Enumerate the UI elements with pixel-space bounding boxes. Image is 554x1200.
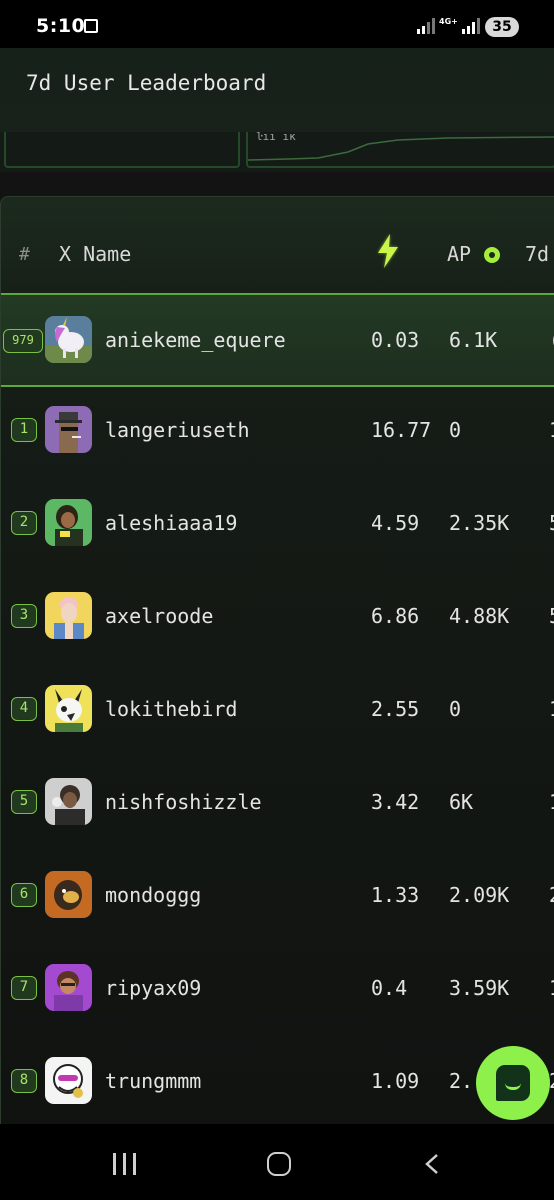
current-user-row[interactable]: 979 aniekeme_equere 0.03 6.1K ( [1, 293, 554, 387]
seven-day-value: 1 [549, 976, 554, 1000]
username[interactable]: lokithebird [105, 697, 237, 721]
rank-badge: 7 [11, 976, 37, 1000]
seven-day-value: 1 [549, 697, 554, 721]
lightning-bolt-icon[interactable] [375, 233, 401, 269]
table-row[interactable]: 7 ripyax09 0.4 3.59K 1 [1, 943, 554, 1036]
username[interactable]: mondoggg [105, 883, 201, 907]
table-header: # X Name AP 7d [1, 197, 554, 293]
avatar[interactable] [45, 406, 92, 453]
recents-icon[interactable] [113, 1153, 137, 1175]
table-row[interactable]: 6 mondoggg 1.33 2.09K 2 [1, 850, 554, 943]
seven-day-value: 5 [549, 511, 554, 535]
table-row[interactable]: 2 aleshiaaa19 4.59 2.35K 5 [1, 478, 554, 571]
battery-icon: 35 [485, 17, 519, 37]
ap-value: 6.1K [449, 328, 498, 352]
chat-support-button[interactable] [476, 1046, 550, 1120]
page-header: 7d User Leaderboard [0, 48, 554, 133]
rank-badge: 6 [11, 883, 37, 907]
page-title: 7d User Leaderboard [26, 71, 267, 95]
seven-day-value: ( [549, 328, 554, 352]
avatar[interactable] [45, 871, 92, 918]
username[interactable]: axelroode [105, 604, 213, 628]
column-7d-header[interactable]: 7d [525, 242, 549, 266]
column-ap-header[interactable]: AP [447, 242, 471, 266]
rank-badge: 3 [11, 604, 37, 628]
username[interactable]: trungmmm [105, 1069, 201, 1093]
score-value: 1.33 [371, 883, 420, 907]
signal-icon [417, 18, 435, 34]
seven-day-value: 2 [549, 883, 554, 907]
score-value: 1.09 [371, 1069, 420, 1093]
table-row[interactable]: 3 axelroode 6.86 4.88K 5 [1, 571, 554, 664]
mini-chart-left [4, 132, 240, 168]
avatar[interactable] [45, 964, 92, 1011]
column-rank-header: # [19, 244, 30, 265]
avatar[interactable] [45, 592, 92, 639]
seven-day-value: 1 [549, 790, 554, 814]
username[interactable]: langeriuseth [105, 418, 250, 442]
chart-strip: ŀıı ıĸ [0, 130, 554, 172]
score-value: 6.86 [371, 604, 420, 628]
table-row[interactable]: 8 trungmmm 1.09 2. 2 [1, 1036, 554, 1125]
avatar[interactable] [45, 316, 92, 363]
ap-coin-icon [484, 247, 500, 263]
ap-value: 3.59K [449, 976, 510, 1000]
ap-value: 2.35K [449, 511, 510, 535]
back-icon[interactable] [424, 1154, 440, 1174]
table-row[interactable]: 4 lokithebird 2.55 0 1 [1, 664, 554, 757]
seven-day-value: 5 [549, 604, 554, 628]
score-value: 4.59 [371, 511, 420, 535]
table-row[interactable]: 1 langeriuseth 16.77 0 1 [1, 385, 554, 478]
score-value: 2.55 [371, 697, 420, 721]
seven-day-value: 1 [549, 418, 554, 442]
score-value: 0.4 [371, 976, 408, 1000]
system-nav-bar [0, 1124, 554, 1200]
network-type: 4G+ [439, 17, 458, 26]
ap-value: 6K [449, 790, 474, 814]
avatar[interactable] [45, 685, 92, 732]
ap-value: 4.88K [449, 604, 510, 628]
status-time: 5:10 [36, 15, 86, 37]
rank-badge: 4 [11, 697, 37, 721]
home-icon[interactable] [267, 1152, 291, 1176]
score-value: 3.42 [371, 790, 420, 814]
leaderboard-table[interactable]: # X Name AP 7d 979 aniekeme_equere 0.03 [0, 196, 554, 1125]
ap-value: 2.09K [449, 883, 510, 907]
rank-badge: 5 [11, 790, 37, 814]
ap-value: 2. [449, 1069, 474, 1093]
username[interactable]: nishfoshizzle [105, 790, 262, 814]
rank-badge: 2 [11, 511, 37, 535]
rank-badge: 1 [11, 418, 37, 442]
ap-value: 0 [449, 697, 462, 721]
rank-badge: 8 [11, 1069, 37, 1093]
column-name-header[interactable]: X Name [59, 242, 131, 266]
avatar[interactable] [45, 1057, 92, 1104]
username[interactable]: aniekeme_equere [105, 328, 286, 352]
status-bar: 5:10 4G+ 35 [0, 0, 554, 48]
avatar[interactable] [45, 778, 92, 825]
screen-record-icon [84, 19, 98, 33]
score-value: 0.03 [371, 328, 420, 352]
username[interactable]: ripyax09 [105, 976, 201, 1000]
table-row[interactable]: 5 nishfoshizzle 3.42 6K 1 [1, 757, 554, 850]
avatar[interactable] [45, 499, 92, 546]
signal-icon-2 [462, 18, 480, 34]
ap-value: 0 [449, 418, 462, 442]
score-value: 16.77 [371, 418, 432, 442]
rank-badge: 979 [3, 329, 43, 353]
username[interactable]: aleshiaaa19 [105, 511, 237, 535]
chart-cut-label: ŀıı ıĸ [256, 130, 296, 143]
